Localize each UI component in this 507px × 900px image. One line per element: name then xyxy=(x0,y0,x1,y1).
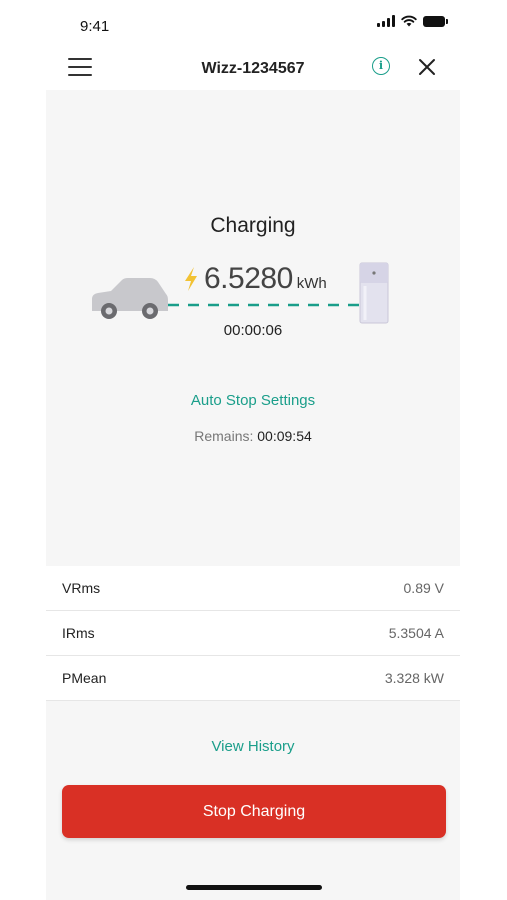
status-icons xyxy=(377,15,448,27)
metric-row-pmean: PMean 3.328 kW xyxy=(46,656,460,701)
home-indicator[interactable] xyxy=(186,885,322,890)
metric-value: 5.3504 A xyxy=(388,625,444,641)
remains-value: 00:09:54 xyxy=(257,428,312,444)
stop-charging-button[interactable]: Stop Charging xyxy=(62,785,446,838)
metric-name: IRms xyxy=(62,625,95,641)
cellular-signal-icon xyxy=(377,15,395,27)
nav-bar: Wizz-1234567 i xyxy=(46,46,460,90)
metric-value: 0.89 V xyxy=(403,580,444,596)
wifi-icon xyxy=(401,15,417,27)
lightning-bolt-icon xyxy=(185,267,197,291)
page-title: Wizz-1234567 xyxy=(201,60,305,77)
battery-icon xyxy=(423,16,448,27)
charger-station-icon xyxy=(359,262,389,324)
metric-row-vrms: VRms 0.89 V xyxy=(46,566,460,611)
remaining-time: Remains: 00:09:54 xyxy=(46,428,460,444)
metrics-list: VRms 0.89 V IRms 5.3504 A PMean 3.328 kW xyxy=(46,566,460,701)
view-history-link[interactable]: View History xyxy=(46,738,460,755)
close-icon[interactable] xyxy=(418,58,436,76)
info-icon[interactable]: i xyxy=(372,57,390,75)
auto-stop-settings-link[interactable]: Auto Stop Settings xyxy=(46,392,460,409)
remains-label: Remains: xyxy=(194,428,254,444)
metric-value: 3.328 kW xyxy=(384,670,444,686)
energy-value: 6.5280 xyxy=(204,262,293,295)
car-icon xyxy=(92,278,168,319)
energy-unit: kWh xyxy=(296,275,327,292)
charging-cable-icon xyxy=(168,303,360,307)
charging-panel: Charging 6.5280 kWh 00:00:06 Auto Stop S… xyxy=(46,90,460,566)
elapsed-time: 00:00:06 xyxy=(223,322,283,339)
energy-readout: 6.5280 kWh xyxy=(182,262,327,296)
status-bar: 9:41 xyxy=(0,0,507,46)
metric-name: VRms xyxy=(62,580,101,596)
metric-name: PMean xyxy=(62,670,107,686)
charging-status: Charging xyxy=(210,214,296,237)
status-time: 9:41 xyxy=(80,18,110,35)
metric-row-irms: IRms 5.3504 A xyxy=(46,611,460,656)
